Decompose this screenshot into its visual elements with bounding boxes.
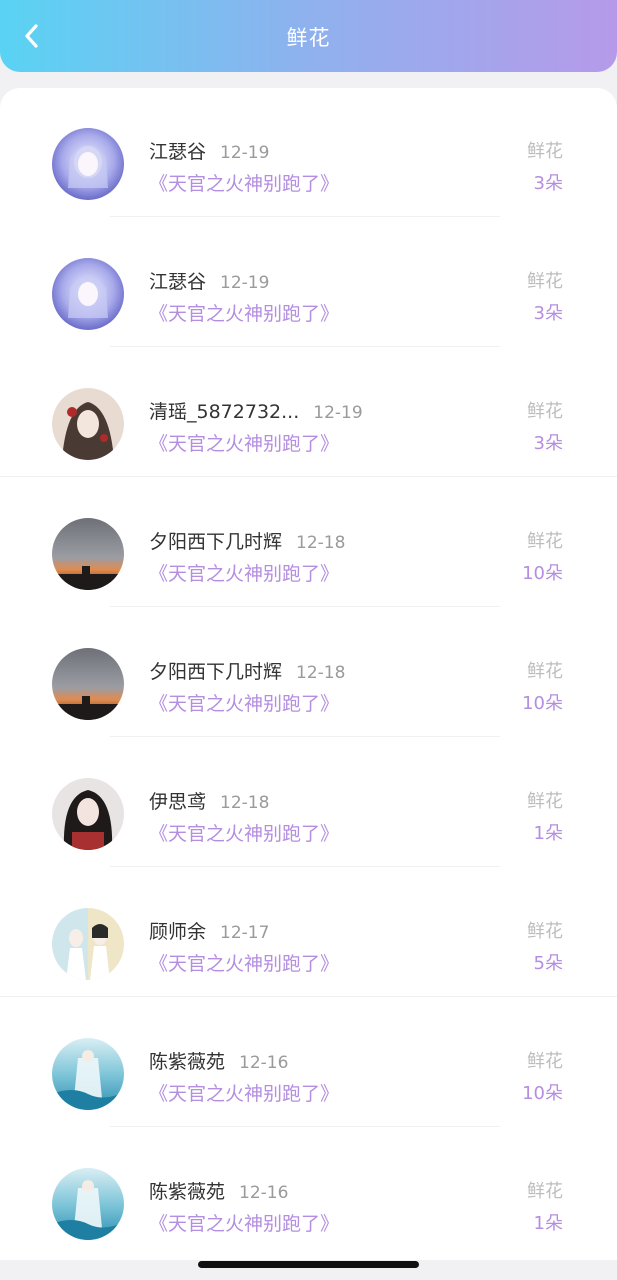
avatar — [52, 518, 124, 590]
list-item[interactable]: 陈紫薇苑 12-16 《天官之火神别跑了》 鲜花 10朵 — [0, 998, 617, 1128]
gift-type: 鲜花 — [527, 661, 563, 682]
home-indicator[interactable] — [198, 1261, 419, 1268]
user-name: 清瑶_5872732... 12-19 — [149, 401, 363, 423]
divider — [110, 346, 500, 347]
avatar — [52, 388, 124, 460]
gift-type: 鲜花 — [527, 141, 563, 162]
list-item[interactable]: 清瑶_5872732... 12-19 《天官之火神别跑了》 鲜花 3朵 — [0, 348, 617, 478]
book-title: 《天官之火神别跑了》 — [149, 303, 340, 325]
gift-type: 鲜花 — [527, 1181, 563, 1202]
book-title: 《天官之火神别跑了》 — [149, 173, 340, 195]
gift-count: 1朵 — [533, 1213, 563, 1234]
divider — [110, 1126, 500, 1127]
book-title: 《天官之火神别跑了》 — [149, 1083, 340, 1105]
list-item[interactable]: 江瑟谷 12-19 《天官之火神别跑了》 鲜花 3朵 — [0, 218, 617, 348]
avatar — [52, 778, 124, 850]
date: 12-16 — [239, 1053, 289, 1073]
avatar — [52, 1168, 124, 1240]
list-item[interactable]: 夕阳西下几时辉 12-18 《天官之火神别跑了》 鲜花 10朵 — [0, 608, 617, 738]
book-title: 《天官之火神别跑了》 — [149, 823, 340, 845]
user-name: 夕阳西下几时辉 12-18 — [149, 661, 346, 683]
avatar — [52, 648, 124, 720]
divider — [0, 996, 617, 997]
gift-type: 鲜花 — [527, 791, 563, 812]
divider — [110, 866, 500, 867]
gift-type: 鲜花 — [527, 401, 563, 422]
user-name: 江瑟谷 12-19 — [149, 141, 270, 163]
page-title: 鲜花 — [286, 26, 331, 50]
list-item[interactable]: 伊思鸢 12-18 《天官之火神别跑了》 鲜花 1朵 — [0, 738, 617, 868]
gift-count: 3朵 — [533, 173, 563, 194]
avatar — [52, 258, 124, 330]
divider — [110, 606, 500, 607]
gift-count: 3朵 — [533, 303, 563, 324]
gift-count: 1朵 — [533, 823, 563, 844]
top-bar: 鲜花 — [0, 0, 617, 72]
divider — [0, 476, 617, 477]
user-name: 夕阳西下几时辉 12-18 — [149, 531, 346, 553]
avatar — [52, 128, 124, 200]
gift-count: 10朵 — [522, 1083, 563, 1104]
list-item[interactable]: 江瑟谷 12-19 《天官之火神别跑了》 鲜花 3朵 — [0, 88, 617, 218]
user-name: 伊思鸢 12-18 — [149, 791, 270, 813]
date: 12-18 — [296, 533, 346, 553]
avatar — [52, 908, 124, 980]
avatar — [52, 1038, 124, 1110]
gift-count: 3朵 — [533, 433, 563, 454]
gift-type: 鲜花 — [527, 271, 563, 292]
date: 12-19 — [220, 143, 270, 163]
user-name: 陈紫薇苑 12-16 — [149, 1051, 289, 1073]
gift-type: 鲜花 — [527, 531, 563, 552]
user-name: 陈紫薇苑 12-16 — [149, 1181, 289, 1203]
list-item[interactable]: 夕阳西下几时辉 12-18 《天官之火神别跑了》 鲜花 10朵 — [0, 478, 617, 608]
gift-type: 鲜花 — [527, 921, 563, 942]
list-item[interactable]: 顾师余 12-17 《天官之火神别跑了》 鲜花 5朵 — [0, 868, 617, 998]
gift-count: 10朵 — [522, 563, 563, 584]
date: 12-19 — [220, 273, 270, 293]
book-title: 《天官之火神别跑了》 — [149, 433, 340, 455]
user-name: 江瑟谷 12-19 — [149, 271, 270, 293]
gift-count: 5朵 — [533, 953, 563, 974]
date: 12-18 — [220, 793, 270, 813]
divider — [110, 736, 500, 737]
user-name: 顾师余 12-17 — [149, 921, 270, 943]
list-item[interactable]: 陈紫薇苑 12-16 《天官之火神别跑了》 鲜花 1朵 — [0, 1128, 617, 1258]
date: 12-19 — [313, 403, 363, 423]
date: 12-18 — [296, 663, 346, 683]
book-title: 《天官之火神别跑了》 — [149, 953, 340, 975]
divider — [110, 216, 500, 217]
date: 12-17 — [220, 923, 270, 943]
date: 12-16 — [239, 1183, 289, 1203]
book-title: 《天官之火神别跑了》 — [149, 1213, 340, 1235]
gift-count: 10朵 — [522, 693, 563, 714]
book-title: 《天官之火神别跑了》 — [149, 563, 340, 585]
gift-record-list: 江瑟谷 12-19 《天官之火神别跑了》 鲜花 3朵 江瑟谷 12-19 《天官之火… — [0, 88, 617, 1260]
book-title: 《天官之火神别跑了》 — [149, 693, 340, 715]
gift-type: 鲜花 — [527, 1051, 563, 1072]
